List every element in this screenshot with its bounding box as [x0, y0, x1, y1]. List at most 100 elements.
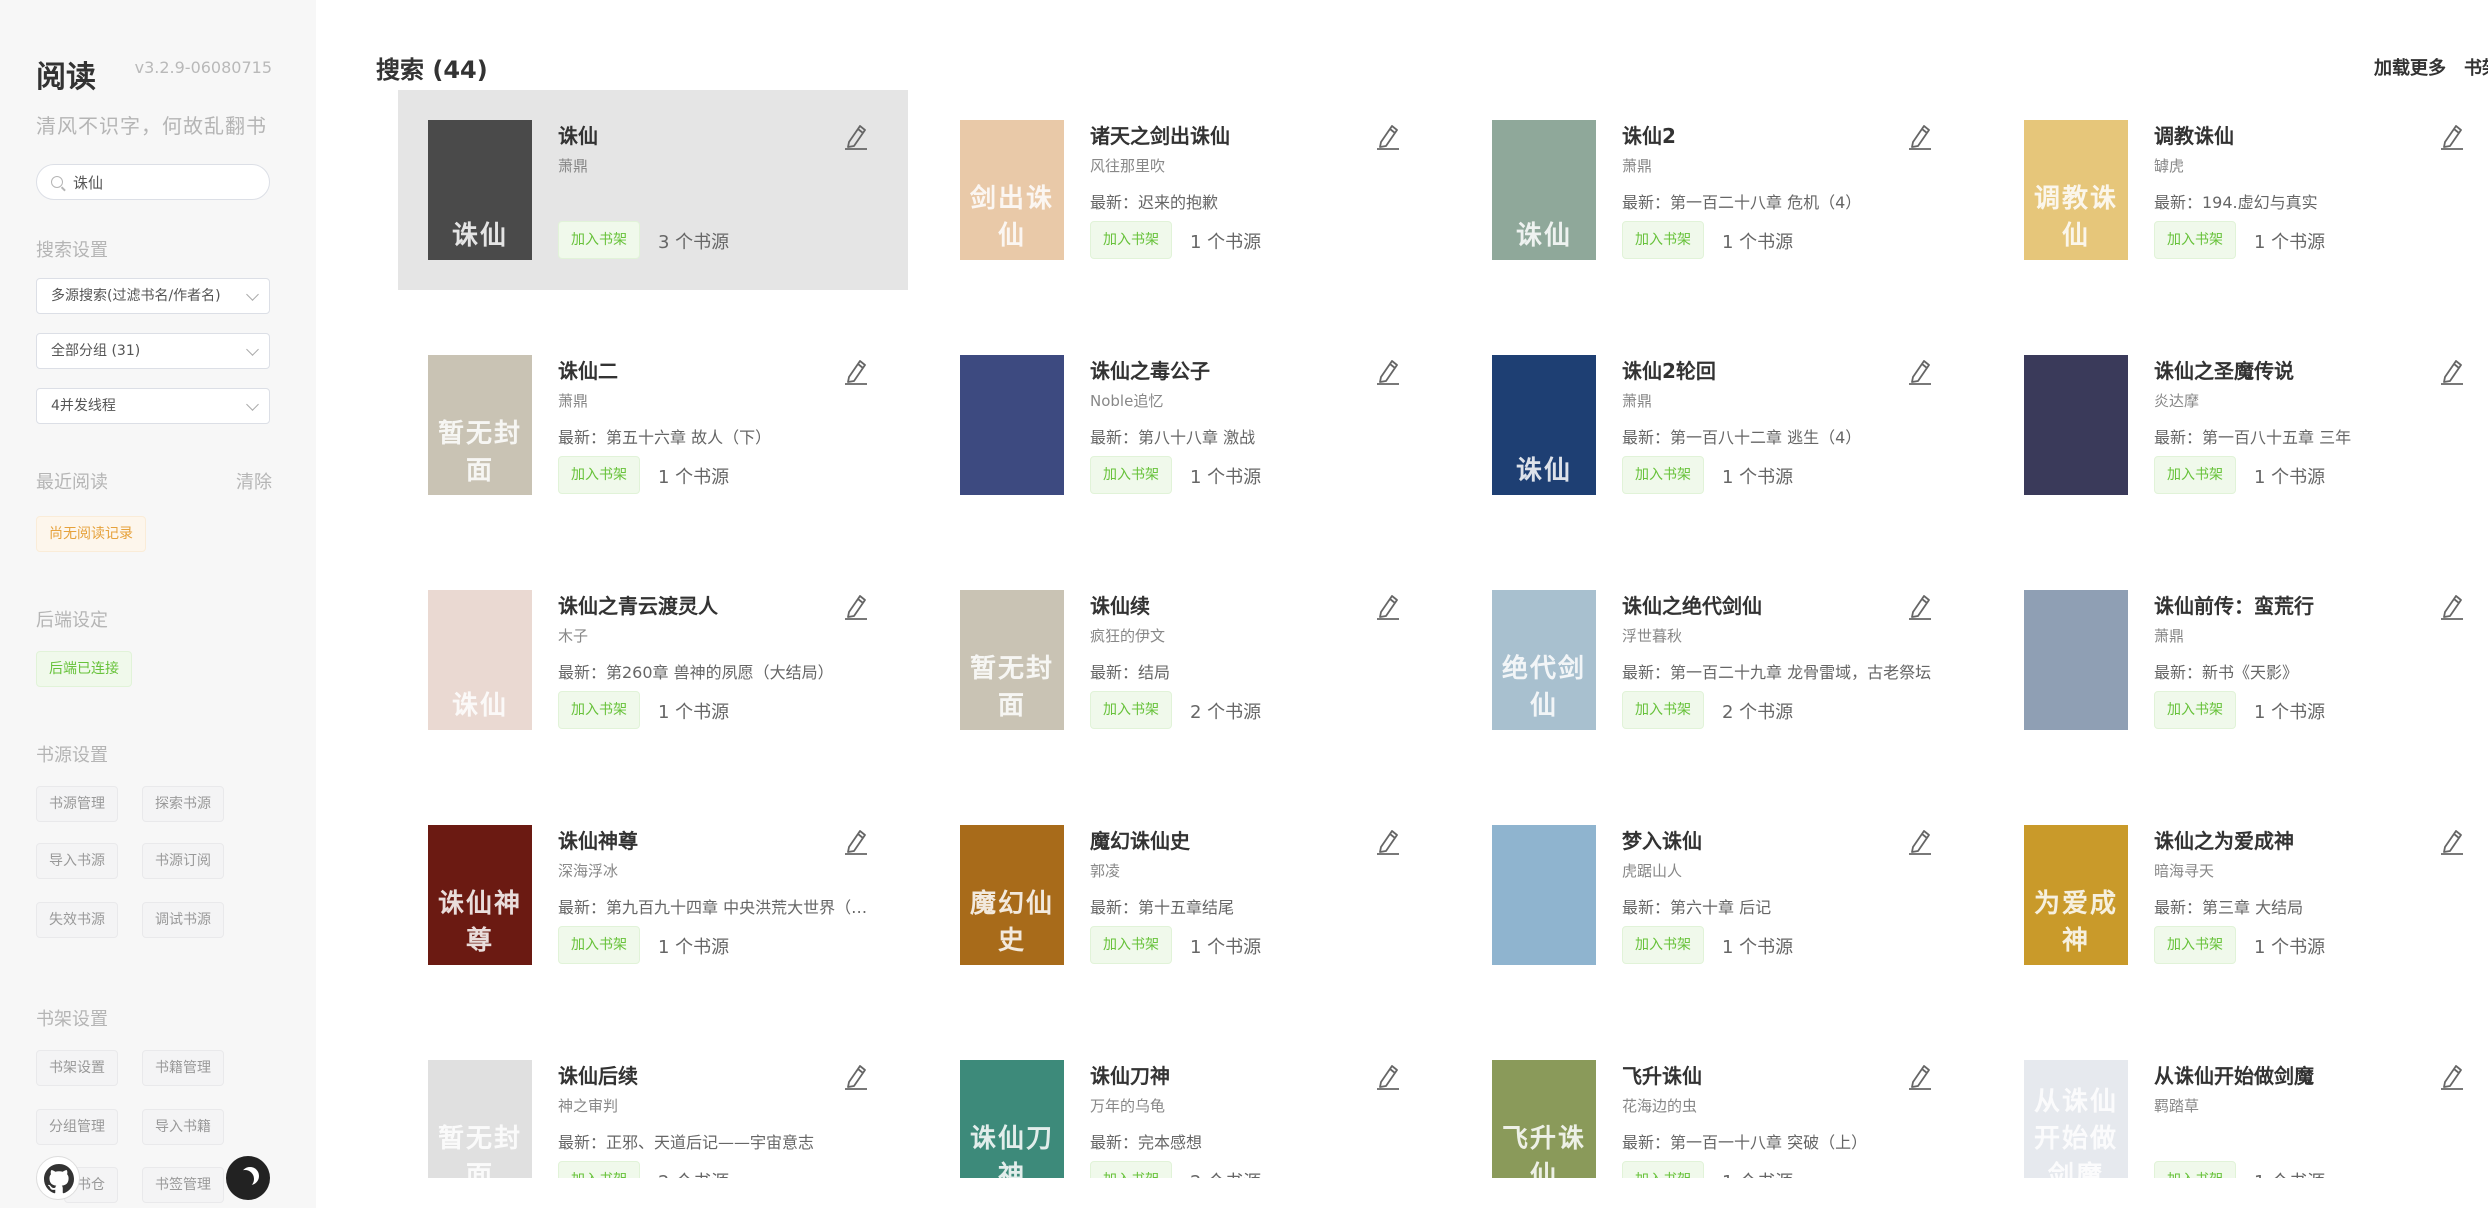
thread-select[interactable]: 4并发线程: [36, 388, 270, 424]
add-to-shelf-button[interactable]: 加入书架: [1090, 221, 1172, 259]
book-cover[interactable]: 诛仙刀神: [960, 1060, 1064, 1178]
source-subscribe-button[interactable]: 书源订阅: [142, 843, 224, 879]
book-card[interactable]: 诛仙 诛仙2 萧鼎 最新：第一百二十八章 危机（4） 加入书架 1 个书源: [1462, 90, 1972, 290]
book-title[interactable]: 诛仙之为爱成神: [2154, 825, 2294, 854]
book-cover[interactable]: 调教诛仙: [2024, 120, 2128, 260]
source-count[interactable]: 1 个书源: [2254, 933, 2325, 959]
invalid-source-button[interactable]: 失效书源: [36, 902, 118, 938]
book-title[interactable]: 诛仙2轮回: [1622, 355, 1716, 384]
book-cover[interactable]: 暂无封面: [428, 1060, 532, 1178]
book-card[interactable]: 调教诛仙 调教诛仙 罅虎 最新：194.虚幻与真实 加入书架 1 个书源: [1994, 90, 2488, 290]
edit-icon[interactable]: [2439, 122, 2465, 150]
book-card[interactable]: 为爱成神 诛仙之为爱成神 暗海寻天 最新：第三章 大结局 加入书架 1 个书源: [1994, 795, 2488, 995]
edit-icon[interactable]: [1907, 592, 1933, 620]
add-to-shelf-button[interactable]: 加入书架: [2154, 1161, 2236, 1178]
source-count[interactable]: 1 个书源: [1190, 933, 1261, 959]
source-count[interactable]: 2 个书源: [1190, 1168, 1261, 1178]
edit-icon[interactable]: [2439, 827, 2465, 855]
source-count[interactable]: 1 个书源: [658, 933, 729, 959]
source-count[interactable]: 3 个书源: [658, 228, 729, 254]
book-card[interactable]: 诛仙神尊 诛仙神尊 深海浮冰 最新：第九百九十四章 中央洪荒大世界（… 加入书架 1 个书…: [398, 795, 908, 995]
book-card[interactable]: 诛仙 诛仙 萧鼎 加入书架 3 个书源: [398, 90, 908, 290]
edit-icon[interactable]: [843, 357, 869, 385]
group-manage-button[interactable]: 分组管理: [36, 1109, 118, 1145]
edit-icon[interactable]: [843, 592, 869, 620]
book-title[interactable]: 诛仙之毒公子: [1090, 355, 1210, 384]
book-card[interactable]: 诛仙之毒公子 Noble追忆 最新：第八十八章 激战 加入书架 1 个书源: [930, 325, 1440, 525]
source-count[interactable]: 1 个书源: [2254, 463, 2325, 489]
bookshelf-link[interactable]: 书架: [2464, 58, 2488, 79]
book-title[interactable]: 飞升诛仙: [1622, 1060, 1702, 1089]
book-cover[interactable]: 剑出诛仙: [960, 120, 1064, 260]
book-cover[interactable]: 从诛仙开始做剑魔: [2024, 1060, 2128, 1178]
book-cover[interactable]: 诛仙: [428, 590, 532, 730]
edit-icon[interactable]: [843, 122, 869, 150]
book-title[interactable]: 从诛仙开始做剑魔: [2154, 1060, 2314, 1089]
source-count[interactable]: 1 个书源: [1190, 463, 1261, 489]
book-cover[interactable]: 为爱成神: [2024, 825, 2128, 965]
book-title[interactable]: 诸天之剑出诛仙: [1090, 120, 1230, 149]
source-count[interactable]: 1 个书源: [1190, 228, 1261, 254]
book-title[interactable]: 诛仙: [558, 120, 598, 149]
debug-source-button[interactable]: 调试书源: [142, 902, 224, 938]
add-to-shelf-button[interactable]: 加入书架: [2154, 456, 2236, 494]
edit-icon[interactable]: [1907, 827, 1933, 855]
book-title[interactable]: 诛仙之圣魔传说: [2154, 355, 2294, 384]
add-to-shelf-button[interactable]: 加入书架: [1622, 456, 1704, 494]
source-count[interactable]: 1 个书源: [2254, 698, 2325, 724]
add-to-shelf-button[interactable]: 加入书架: [1622, 926, 1704, 964]
book-card[interactable]: 魔幻仙史 魔幻诛仙史 郭凌 最新：第十五章结尾 加入书架 1 个书源: [930, 795, 1440, 995]
night-mode-button[interactable]: [226, 1156, 270, 1200]
edit-icon[interactable]: [1375, 827, 1401, 855]
book-cover[interactable]: [2024, 355, 2128, 495]
source-count[interactable]: 2 个书源: [658, 1168, 729, 1178]
add-to-shelf-button[interactable]: 加入书架: [558, 691, 640, 729]
source-count[interactable]: 2 个书源: [1190, 698, 1261, 724]
source-count[interactable]: 1 个书源: [1722, 228, 1793, 254]
edit-icon[interactable]: [1375, 357, 1401, 385]
add-to-shelf-button[interactable]: 加入书架: [2154, 926, 2236, 964]
book-cover[interactable]: 魔幻仙史: [960, 825, 1064, 965]
book-cover[interactable]: 暂无封面: [960, 590, 1064, 730]
source-count[interactable]: 1 个书源: [1722, 1168, 1793, 1178]
edit-icon[interactable]: [1375, 122, 1401, 150]
book-title[interactable]: 诛仙续: [1090, 590, 1150, 619]
search-box[interactable]: [36, 164, 270, 200]
book-card[interactable]: 暂无封面 诛仙后续神之审判最新：正邪、天道后记——宇宙意志加入书架 2 个书源: [398, 1030, 908, 1178]
search-input[interactable]: [73, 173, 243, 191]
book-title[interactable]: 诛仙二: [558, 355, 618, 384]
book-cover[interactable]: 诛仙神尊: [428, 825, 532, 965]
book-title[interactable]: 诛仙神尊: [558, 825, 638, 854]
book-title[interactable]: 魔幻诛仙史: [1090, 825, 1190, 854]
load-more-link[interactable]: 加载更多: [2374, 58, 2446, 79]
book-title[interactable]: 诛仙之绝代剑仙: [1622, 590, 1762, 619]
source-count[interactable]: 1 个书源: [2254, 1168, 2325, 1178]
add-to-shelf-button[interactable]: 加入书架: [1622, 691, 1704, 729]
book-cover[interactable]: 诛仙: [1492, 355, 1596, 495]
import-source-button[interactable]: 导入书源: [36, 843, 118, 879]
book-cover[interactable]: 飞升诛仙: [1492, 1060, 1596, 1178]
add-to-shelf-button[interactable]: 加入书架: [2154, 691, 2236, 729]
source-count[interactable]: 2 个书源: [1722, 698, 1793, 724]
shelf-settings-button[interactable]: 书架设置: [36, 1050, 118, 1086]
book-cover[interactable]: 绝代剑仙: [1492, 590, 1596, 730]
book-card[interactable]: 诛仙之圣魔传说 炎达摩 最新：第一百八十五章 三年 加入书架 1 个书源: [1994, 325, 2488, 525]
import-book-button[interactable]: 导入书籍: [142, 1109, 224, 1145]
source-count[interactable]: 1 个书源: [1722, 933, 1793, 959]
source-count[interactable]: 1 个书源: [658, 698, 729, 724]
add-to-shelf-button[interactable]: 加入书架: [2154, 221, 2236, 259]
source-manage-button[interactable]: 书源管理: [36, 786, 118, 822]
edit-icon[interactable]: [843, 827, 869, 855]
add-to-shelf-button[interactable]: 加入书架: [558, 456, 640, 494]
edit-icon[interactable]: [843, 1062, 869, 1090]
edit-icon[interactable]: [1907, 1062, 1933, 1090]
book-title[interactable]: 梦入诛仙: [1622, 825, 1702, 854]
bookmark-manage-button[interactable]: 书签管理: [142, 1167, 224, 1203]
book-card[interactable]: 诛仙 诛仙2轮回 萧鼎 最新：第一百八十二章 逃生（4） 加入书架 1 个书源: [1462, 325, 1972, 525]
book-title[interactable]: 调教诛仙: [2154, 120, 2234, 149]
edit-icon[interactable]: [2439, 1062, 2465, 1090]
add-to-shelf-button[interactable]: 加入书架: [1090, 926, 1172, 964]
add-to-shelf-button[interactable]: 加入书架: [1622, 1161, 1704, 1178]
edit-icon[interactable]: [1907, 357, 1933, 385]
add-to-shelf-button[interactable]: 加入书架: [1090, 691, 1172, 729]
